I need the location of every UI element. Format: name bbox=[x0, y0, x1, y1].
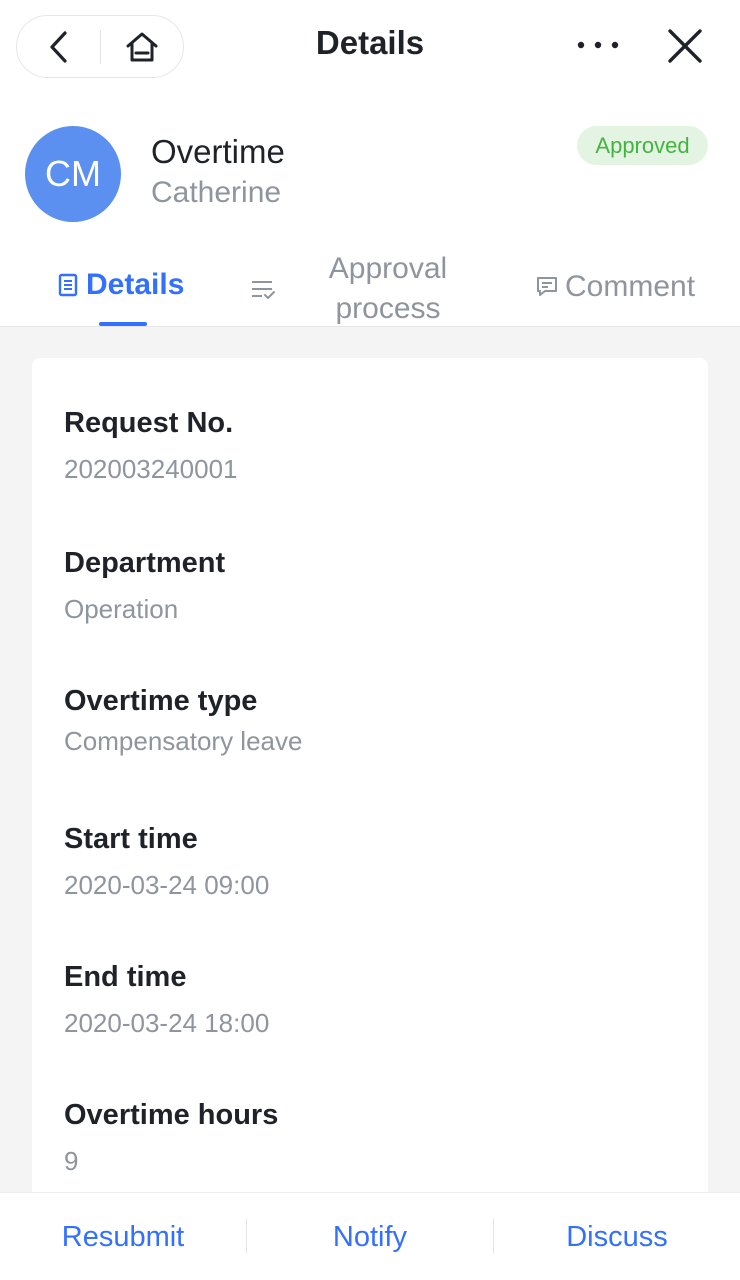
field-overtime-hours: Overtime hours 9 bbox=[64, 1098, 684, 1176]
comment-icon bbox=[535, 275, 559, 299]
active-tab-indicator bbox=[99, 322, 147, 326]
details-card: Request No. 202003240001 Department Oper… bbox=[32, 358, 708, 1218]
tab-details[interactable]: Details bbox=[58, 268, 184, 302]
field-request-no: Request No. 202003240001 bbox=[64, 406, 684, 484]
field-label: Overtime type bbox=[64, 685, 258, 717]
field-label: Overtime hours bbox=[64, 1099, 279, 1131]
field-overtime-type: Overtime type Compensatory leave bbox=[64, 684, 684, 756]
field-end-time: End time 2020-03-24 18:00 bbox=[64, 960, 684, 1038]
tab-comment[interactable]: Comment bbox=[535, 270, 695, 304]
close-icon bbox=[668, 29, 702, 63]
field-start-time: Start time 2020-03-24 09:00 bbox=[64, 822, 684, 900]
tab-details-label: Details bbox=[86, 268, 185, 301]
tab-approval-process-label: Approval process bbox=[328, 252, 448, 325]
notify-button[interactable]: Notify bbox=[247, 1193, 493, 1280]
field-value: 202003240001 bbox=[64, 454, 238, 484]
field-value: 2020-03-24 18:00 bbox=[64, 1008, 270, 1038]
tab-approval-process[interactable]: Approval process bbox=[250, 249, 460, 329]
field-value: 2020-03-24 09:00 bbox=[64, 870, 270, 900]
more-button[interactable] bbox=[570, 22, 626, 68]
status-badge: Approved bbox=[577, 126, 708, 165]
field-value: Operation bbox=[64, 594, 179, 624]
close-button[interactable] bbox=[658, 20, 712, 72]
field-value: 9 bbox=[64, 1146, 79, 1176]
field-label: Request No. bbox=[64, 407, 234, 439]
bottom-action-bar: Resubmit Notify Discuss bbox=[0, 1192, 740, 1280]
tab-comment-label: Comment bbox=[565, 270, 696, 303]
avatar: CM bbox=[25, 126, 121, 222]
field-value: Compensatory leave bbox=[64, 726, 303, 756]
resubmit-button[interactable]: Resubmit bbox=[0, 1193, 246, 1280]
request-title: Overtime bbox=[151, 133, 285, 170]
field-department: Department Operation bbox=[64, 546, 684, 624]
list-check-icon bbox=[250, 276, 276, 310]
discuss-button[interactable]: Discuss bbox=[494, 1193, 740, 1280]
field-label: Department bbox=[64, 547, 226, 579]
field-label: Start time bbox=[64, 823, 198, 855]
field-label: End time bbox=[64, 961, 187, 993]
more-horizontal-icon bbox=[577, 41, 619, 49]
page-title: Details bbox=[315, 24, 425, 61]
applicant-name: Catherine bbox=[151, 176, 282, 209]
header-area: Details CM Overtime Catherine Approved D… bbox=[0, 0, 740, 327]
document-icon bbox=[58, 273, 78, 297]
